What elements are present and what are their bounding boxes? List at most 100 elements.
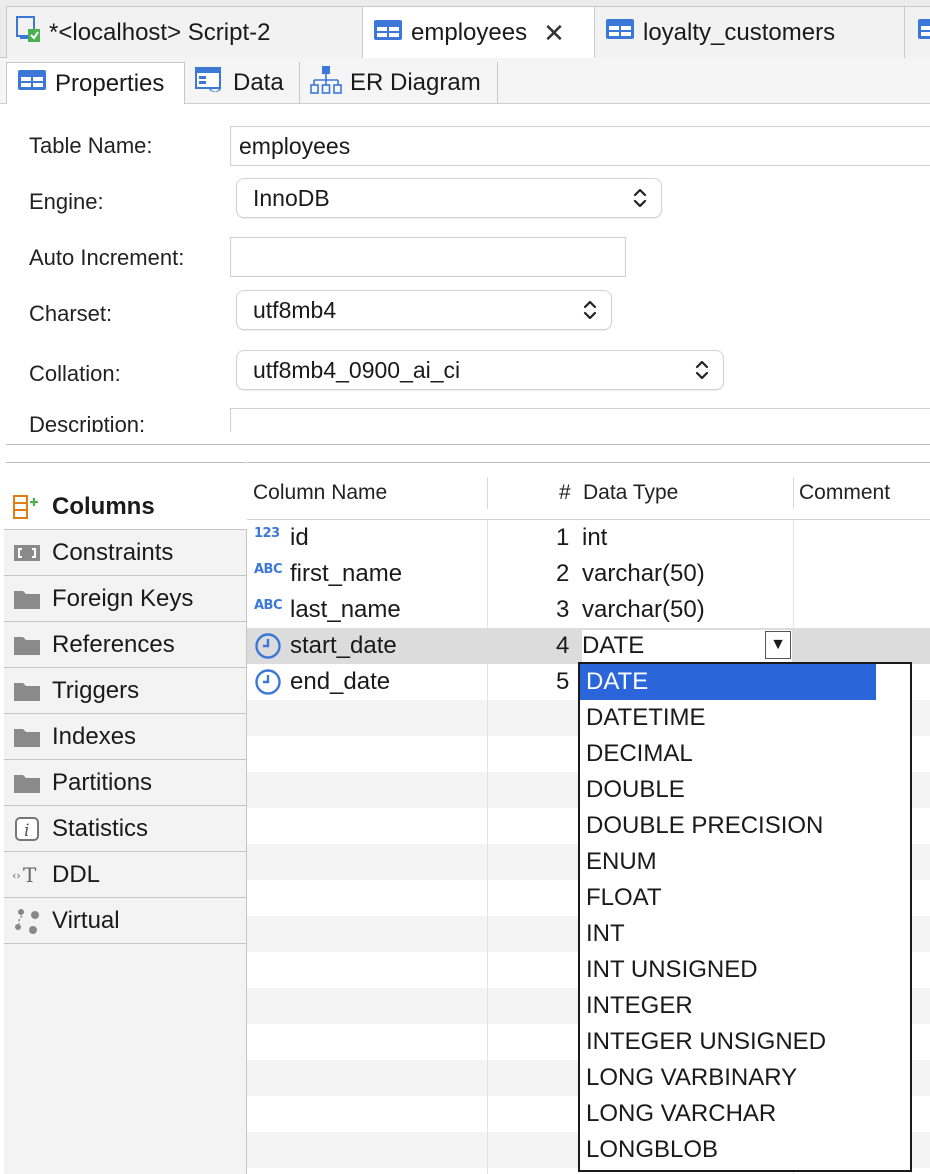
up-down-chevron-icon: [695, 360, 709, 380]
constraints-icon: [12, 541, 42, 565]
nav-label: Triggers: [52, 676, 140, 704]
table-row-selected[interactable]: start_date 4 DATE ▼: [247, 628, 930, 664]
tab-label: Properties: [55, 69, 165, 97]
auto-increment-input[interactable]: [230, 237, 626, 277]
ddl-icon: ‹› T: [12, 863, 42, 887]
table-icon: [605, 18, 635, 47]
nav-item-partitions[interactable]: Partitions: [4, 760, 247, 806]
folder-icon: [12, 587, 42, 611]
tab-label: *<localhost> Script-2: [49, 18, 271, 46]
engine-value: InnoDB: [253, 184, 330, 211]
info-icon: i: [12, 816, 42, 841]
description-label: Description:: [29, 412, 146, 432]
tab-label: loyalty_customers: [643, 18, 836, 46]
dropdown-option-long-varbinary[interactable]: LONG VARBINARY: [580, 1060, 876, 1096]
dropdown-option-double[interactable]: DOUBLE: [580, 772, 876, 808]
folder-icon: [12, 771, 42, 795]
header-comment[interactable]: Comment: [799, 481, 890, 505]
data-type-dropdown-list: DATE DATETIME DECIMAL DOUBLE DOUBLE PREC…: [578, 662, 912, 1172]
collation-select[interactable]: utf8mb4_0900_ai_ci: [236, 350, 724, 390]
panel-divider: [6, 462, 246, 463]
numeric-type-icon: 123: [254, 526, 280, 541]
dropdown-option-float[interactable]: FLOAT: [580, 880, 876, 916]
folder-icon: [12, 679, 42, 703]
engine-select[interactable]: InnoDB: [236, 178, 662, 218]
dropdown-option-enum[interactable]: ENUM: [580, 844, 876, 880]
nav-item-foreign-keys[interactable]: Foreign Keys: [4, 576, 247, 622]
panel-divider: [6, 444, 930, 445]
tab-label: ER Diagram: [350, 69, 481, 96]
engine-label: Engine:: [29, 189, 104, 214]
collation-value: utf8mb4_0900_ai_ci: [253, 356, 461, 383]
data-grid-icon: <>: [195, 66, 225, 101]
tab-data[interactable]: <> Data: [185, 62, 300, 104]
up-down-chevron-icon: [633, 188, 647, 208]
table-row[interactable]: 123 id 1 int: [247, 520, 930, 556]
column-name-cell[interactable]: first_name: [290, 560, 402, 588]
auto-increment-label: Auto Increment:: [29, 245, 185, 270]
nav-item-ddl[interactable]: ‹› T DDL: [4, 852, 247, 898]
dropdown-option-integer-unsigned[interactable]: INTEGER UNSIGNED: [580, 1024, 876, 1060]
nav-item-columns[interactable]: Columns: [4, 484, 247, 530]
dropdown-option-integer[interactable]: INTEGER: [580, 988, 876, 1024]
close-icon[interactable]: ✕: [543, 20, 565, 46]
columns-icon: [12, 494, 42, 519]
nav-item-references[interactable]: References: [4, 622, 247, 668]
nav-label: Indexes: [52, 722, 137, 750]
tab-properties[interactable]: Properties: [6, 62, 185, 104]
dropdown-option-decimal[interactable]: DECIMAL: [580, 736, 876, 772]
ordinal-cell: 3: [556, 596, 570, 623]
data-type-editor[interactable]: DATE: [582, 630, 792, 662]
data-type-cell[interactable]: varchar(50): [582, 560, 705, 588]
nav-item-constraints[interactable]: Constraints: [4, 530, 247, 576]
table-row[interactable]: ABC first_name 2 varchar(50): [247, 556, 930, 592]
dropdown-option-int-unsigned[interactable]: INT UNSIGNED: [580, 952, 876, 988]
nav-item-triggers[interactable]: Triggers: [4, 668, 247, 714]
ordinal-cell: 5: [556, 668, 570, 695]
nav-item-virtual[interactable]: Virtual: [4, 898, 247, 944]
tab-loyalty-customers[interactable]: loyalty_customers: [595, 6, 905, 58]
header-data-type[interactable]: Data Type: [583, 481, 678, 505]
tab-employees[interactable]: employees ✕: [363, 6, 595, 59]
nav-label: Constraints: [52, 538, 174, 566]
table-icon: [17, 69, 47, 98]
charset-value: utf8mb4: [253, 296, 337, 323]
string-type-icon: ABC: [254, 562, 283, 577]
charset-label: Charset:: [29, 301, 113, 326]
string-type-icon: ABC: [254, 598, 283, 613]
editor-tab-bar: *<localhost> Script-2 employees ✕ loyalt…: [0, 0, 930, 59]
svg-text:‹›: ‹›: [12, 869, 21, 882]
nav-label: DDL: [52, 860, 101, 888]
charset-select[interactable]: utf8mb4: [236, 290, 612, 330]
column-name-cell[interactable]: last_name: [290, 596, 401, 624]
description-row: Description:: [0, 400, 930, 432]
dropdown-arrow-button[interactable]: ▼: [765, 631, 791, 659]
column-name-cell[interactable]: end_date: [290, 668, 390, 696]
dropdown-option-date[interactable]: DATE: [580, 664, 876, 700]
nav-label: Partitions: [52, 768, 153, 796]
nav-label: Columns: [52, 492, 155, 520]
nav-item-indexes[interactable]: Indexes: [4, 714, 247, 760]
dropdown-option-double-precision[interactable]: DOUBLE PRECISION: [580, 808, 876, 844]
description-input[interactable]: [230, 408, 930, 432]
ordinal-cell: 2: [556, 560, 570, 587]
column-name-cell[interactable]: start_date: [290, 632, 397, 660]
dropdown-option-int[interactable]: INT: [580, 916, 876, 952]
clock-icon: [254, 668, 282, 703]
tab-er-diagram[interactable]: ER Diagram: [300, 62, 498, 104]
dropdown-option-datetime[interactable]: DATETIME: [580, 700, 876, 736]
data-type-cell[interactable]: int: [582, 524, 607, 552]
header-column-name[interactable]: Column Name: [253, 481, 387, 505]
column-name-cell[interactable]: id: [290, 524, 309, 552]
dropdown-option-long-varchar[interactable]: LONG VARCHAR: [580, 1096, 876, 1132]
header-ordinal[interactable]: #: [559, 481, 571, 505]
tab-overflow[interactable]: [905, 6, 930, 58]
nav-item-statistics[interactable]: i Statistics: [4, 806, 247, 852]
tab-script-2[interactable]: *<localhost> Script-2: [6, 6, 363, 58]
table-name-input[interactable]: employees: [230, 126, 930, 166]
data-type-cell[interactable]: varchar(50): [582, 596, 705, 624]
table-row[interactable]: ABC last_name 3 varchar(50): [247, 592, 930, 628]
nav-label: References: [52, 630, 175, 658]
folder-icon: [12, 725, 42, 749]
dropdown-option-longblob[interactable]: LONGBLOB: [580, 1132, 876, 1168]
